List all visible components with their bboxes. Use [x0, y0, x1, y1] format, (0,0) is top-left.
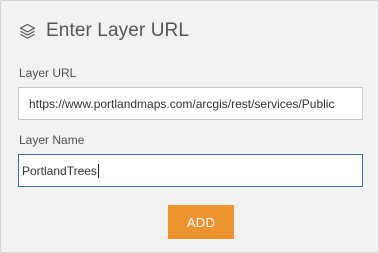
layer-url-value: https://www.portlandmaps.com/arcgis/rest… — [29, 96, 335, 111]
layer-name-label: Layer Name — [19, 133, 85, 147]
add-layer-panel: Enter Layer URL Layer URL https://www.po… — [0, 0, 379, 253]
panel-title: Enter Layer URL — [46, 20, 190, 41]
text-caret — [97, 163, 99, 178]
layer-name-input[interactable]: PortlandTrees — [18, 154, 363, 187]
add-button[interactable]: ADD — [168, 205, 234, 239]
layer-name-value: PortlandTrees — [22, 163, 97, 178]
layer-url-input[interactable]: https://www.portlandmaps.com/arcgis/rest… — [18, 87, 363, 120]
layers-icon — [18, 22, 37, 41]
panel-header: Enter Layer URL — [18, 17, 189, 45]
layer-url-label: Layer URL — [19, 66, 77, 80]
